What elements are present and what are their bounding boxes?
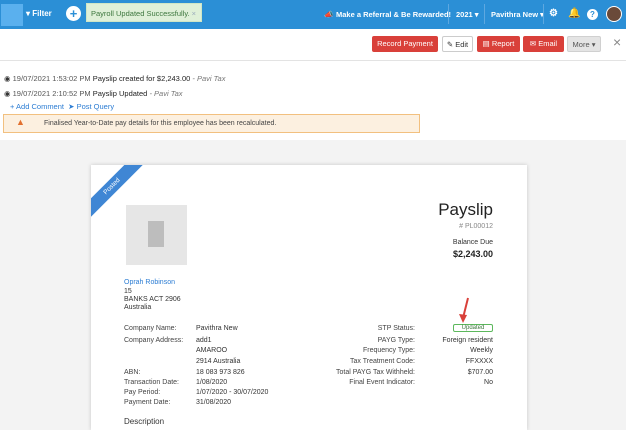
company-name-label: Company Name: xyxy=(124,325,177,332)
balance-due-value: $2,243.00 xyxy=(452,249,493,259)
alert-message: Finalised Year-to-Date pay details for t… xyxy=(44,120,277,127)
pay-period-label: Pay Period: xyxy=(124,389,161,396)
more-dropdown[interactable]: More ▾ xyxy=(567,36,601,52)
description-heading: Description xyxy=(124,417,165,426)
log-time: 19/07/2021 2:10:52 PM xyxy=(12,89,91,98)
payslip-title: Payslip xyxy=(438,200,493,219)
toast-message: Payroll Updated Successfully. xyxy=(91,9,190,18)
comment-links: + Add Comment ➤ Post Query xyxy=(10,102,114,111)
status-badge: Updated xyxy=(453,324,493,332)
filter-button[interactable]: ▾ Filter xyxy=(26,9,52,18)
top-navigation-bar: ▾ Filter + Payroll Updated Successfully.… xyxy=(0,0,626,29)
total-payg-tax-label: Total PAYG Tax Withheld: xyxy=(336,369,415,376)
payment-date-value: 31/08/2020 xyxy=(196,399,232,406)
abn-label: ABN: xyxy=(124,369,141,376)
company-logo-placeholder xyxy=(126,205,187,265)
payment-date-label: Payment Date: xyxy=(124,399,171,406)
add-comment-link[interactable]: + Add Comment xyxy=(10,102,64,111)
megaphone-icon: 📣 xyxy=(324,10,334,19)
transaction-date-value: 1/08/2020 xyxy=(196,379,228,386)
email-button-label: Email xyxy=(538,39,558,48)
tax-treatment-code-label: Tax Treatment Code: xyxy=(350,358,415,365)
company-address-label: Company Address: xyxy=(124,337,184,344)
total-payg-tax-value: $707.00 xyxy=(467,369,493,376)
log-author: - Pavi Tax xyxy=(149,89,183,98)
building-icon xyxy=(148,221,164,247)
abn-value: 18 083 973 826 xyxy=(196,369,245,376)
payg-type-value: Foreign resident xyxy=(442,337,493,344)
log-clock-icon: ◉ xyxy=(4,89,13,98)
add-new-button[interactable]: + xyxy=(66,6,81,21)
report-button[interactable]: ▤ Report xyxy=(477,36,520,52)
divider xyxy=(484,4,485,24)
edit-button[interactable]: ✎ Edit xyxy=(442,36,473,52)
post-query-link[interactable]: Post Query xyxy=(77,102,115,111)
report-icon: ▤ xyxy=(482,39,492,48)
divider xyxy=(543,4,544,24)
company-address-value: AMAROO xyxy=(196,347,228,354)
log-time: 19/07/2021 1:53:02 PM xyxy=(12,74,91,83)
annotation-arrow xyxy=(459,297,469,323)
divider xyxy=(0,60,626,61)
activity-log-item: ◉ 19/07/2021 2:10:52 PM Payslip Updated … xyxy=(4,89,183,98)
address-line: BANKS ACT 2906 xyxy=(124,296,181,303)
employee-name-link[interactable]: Oprah Robinson xyxy=(124,279,175,286)
recalculated-alert: ▲ Finalised Year-to-Date pay details for… xyxy=(3,114,420,133)
divider xyxy=(448,4,449,24)
frequency-type-value: Weekly xyxy=(470,347,493,354)
referral-link[interactable]: Make a Referral & Be Rewarded! xyxy=(336,10,451,19)
record-payment-button[interactable]: Record Payment xyxy=(372,36,438,52)
gear-icon[interactable]: ⚙ xyxy=(549,8,558,19)
send-icon: ➤ xyxy=(68,102,75,111)
email-button[interactable]: ✉ Email xyxy=(523,36,564,52)
close-icon[interactable]: × xyxy=(192,4,196,23)
transaction-date-label: Transaction Date: xyxy=(124,379,179,386)
help-icon[interactable]: ? xyxy=(587,9,598,20)
company-address-value: 2914 Australia xyxy=(196,358,241,365)
arrow-head xyxy=(459,314,467,323)
company-name-value: Pavithra New xyxy=(196,325,238,332)
address-line: 15 xyxy=(124,288,132,295)
log-message: Payslip created for $2,243.00 xyxy=(92,74,191,83)
menu-toggle-button[interactable] xyxy=(1,4,23,26)
frequency-type-label: Frequency Type: xyxy=(362,347,415,354)
payslip-number: # PL00012 xyxy=(459,223,493,230)
tax-treatment-code-value: FFXXXX xyxy=(465,358,493,365)
warning-icon: ▲ xyxy=(16,117,25,127)
activity-log-item: ◉ 19/07/2021 1:53:02 PM Payslip created … xyxy=(4,74,225,83)
year-dropdown[interactable]: 2021 ▾ xyxy=(456,10,479,19)
log-message: Payslip Updated xyxy=(92,89,148,98)
log-clock-icon: ◉ xyxy=(4,74,13,83)
balance-due-label: Balance Due xyxy=(452,239,493,246)
avatar[interactable] xyxy=(606,6,622,22)
log-author: - Pavi Tax xyxy=(192,74,226,83)
payg-type-label: PAYG Type: xyxy=(377,337,415,344)
company-dropdown[interactable]: Pavithra New ▾ xyxy=(491,10,544,19)
bell-icon[interactable]: 🔔 xyxy=(568,8,580,19)
company-address-value: add1 xyxy=(196,337,212,344)
report-button-label: Report xyxy=(491,39,515,48)
close-icon[interactable]: × xyxy=(613,34,621,50)
address-line: Australia xyxy=(124,304,152,311)
success-toast: Payroll Updated Successfully. × xyxy=(86,3,202,22)
final-event-indicator-label: Final Event Indicator: xyxy=(349,379,415,386)
final-event-indicator-value: No xyxy=(484,379,493,386)
pay-period-value: 1/07/2020 - 30/07/2020 xyxy=(196,389,269,396)
stp-status-label: STP Status: xyxy=(377,325,415,332)
